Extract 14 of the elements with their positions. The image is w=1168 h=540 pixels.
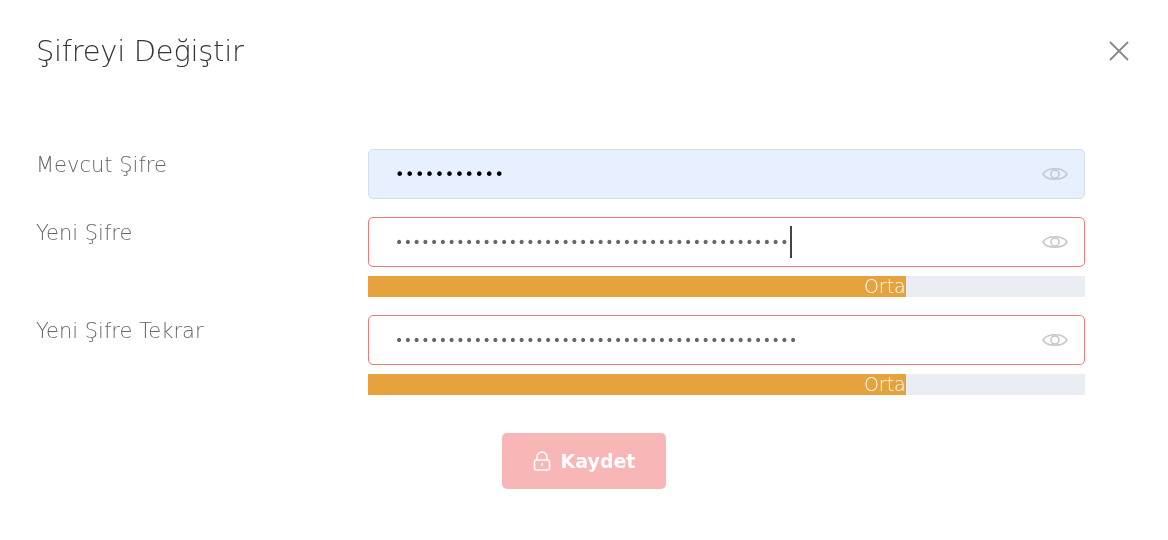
password-field[interactable]: ••••••••••• xyxy=(368,149,1085,199)
password-field[interactable]: •••••••••••••••••••••••••••••••••••••••••••••• xyxy=(368,315,1085,365)
close-icon[interactable] xyxy=(1108,40,1130,62)
eye-icon[interactable] xyxy=(1042,331,1068,349)
strength-label: Orta xyxy=(863,374,906,395)
eye-icon[interactable] xyxy=(1042,233,1068,251)
field-label: Yeni Şifre Tekrar xyxy=(36,318,205,345)
dialog-title: Şifreyi Değiştir xyxy=(36,34,244,68)
field-label: Mevcut Şifre xyxy=(36,152,168,179)
eye-icon[interactable] xyxy=(1042,165,1068,183)
field-label: Yeni Şifre xyxy=(36,220,134,247)
strength-label: Orta xyxy=(863,276,906,297)
password-field[interactable]: ••••••••••••••••••••••••••••••••••••••••••••• xyxy=(368,217,1085,267)
lock-icon xyxy=(532,451,551,471)
